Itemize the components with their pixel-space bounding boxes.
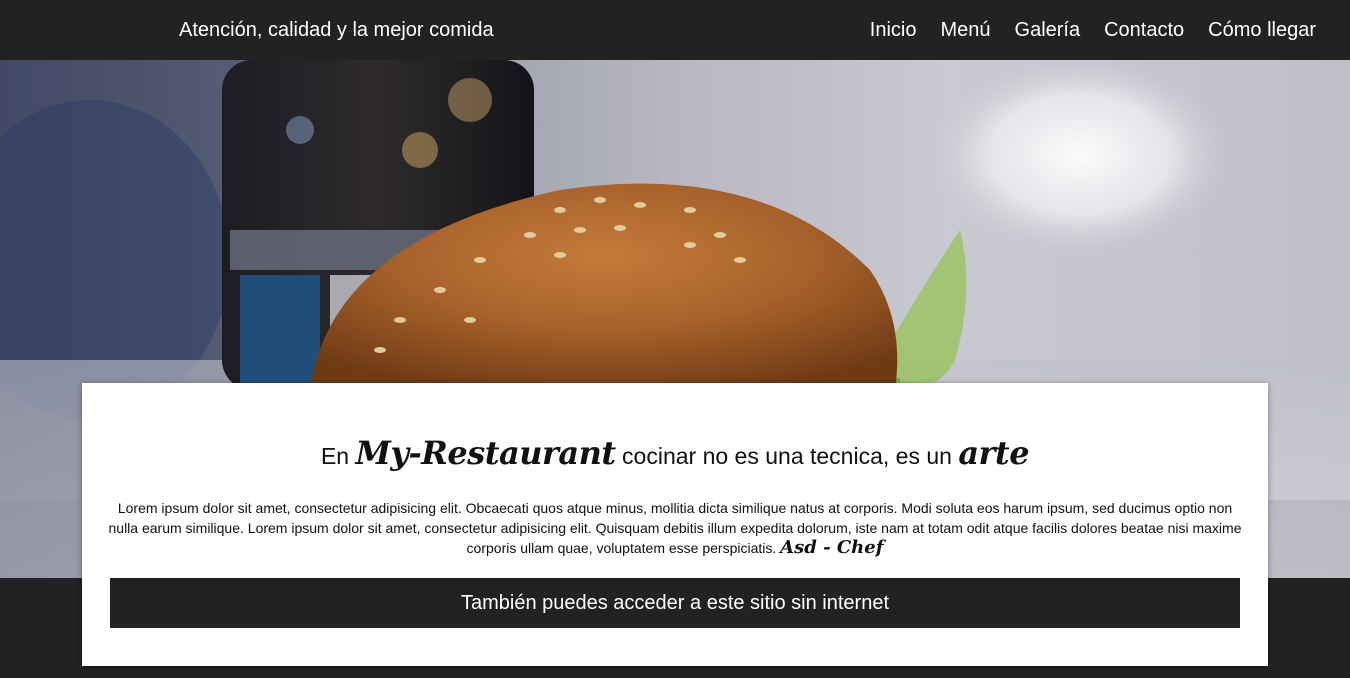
nav-link-inicio[interactable]: Inicio (870, 18, 917, 42)
offline-access-button[interactable]: También puedes acceder a este sitio sin … (110, 578, 1240, 628)
headline-middle: cocinar no es una tecnica, es un (622, 443, 952, 469)
intro-card: En My-Restaurant cocinar no es una tecni… (82, 383, 1268, 666)
nav-link-galeria[interactable]: Galería (1015, 18, 1081, 42)
nav-link-menu[interactable]: Menú (940, 18, 990, 42)
nav-link-como-llegar[interactable]: Cómo llegar (1208, 18, 1316, 42)
site-tagline: Atención, calidad y la mejor comida (179, 19, 494, 41)
chef-signature: Asd - Chef (780, 537, 884, 558)
intro-headline: En My-Restaurant cocinar no es una tecni… (82, 433, 1268, 476)
intro-body-text: Lorem ipsum dolor sit amet, consectetur … (108, 500, 1242, 556)
headline-prefix: En (320, 443, 350, 469)
top-navbar: Atención, calidad y la mejor comida Inic… (0, 0, 1350, 60)
intro-paragraph: Lorem ipsum dolor sit amet, consectetur … (108, 498, 1242, 558)
brand-name: My-Restaurant (355, 434, 616, 472)
nav-link-contacto[interactable]: Contacto (1104, 18, 1184, 42)
headline-emphasis: arte (958, 434, 1030, 472)
main-nav: Inicio Menú Galería Contacto Cómo llegar (870, 18, 1316, 42)
